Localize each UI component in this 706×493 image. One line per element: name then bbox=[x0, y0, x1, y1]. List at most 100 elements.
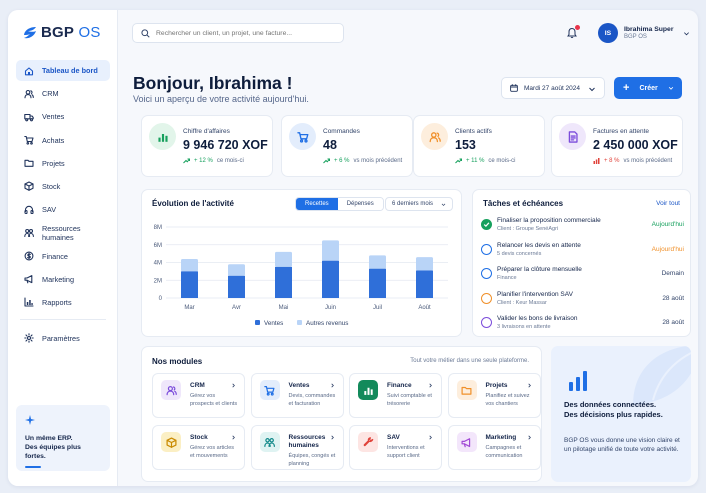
module-description: Interventions et support client bbox=[387, 445, 425, 459]
user-name: Ibrahima Super bbox=[624, 26, 674, 33]
chevron-right-icon bbox=[527, 435, 531, 440]
promo-line2: Des décisions plus rapides. bbox=[564, 410, 663, 419]
sidebar-item-crm[interactable]: CRM bbox=[16, 83, 110, 104]
bar-ventes bbox=[275, 266, 292, 298]
legend-label-ventes: Ventes bbox=[264, 320, 283, 327]
task-item[interactable]: Préparer la clôture mensuelle Finance De… bbox=[481, 266, 684, 288]
sidebar-item-sav[interactable]: SAV bbox=[16, 199, 110, 220]
task-checkbox[interactable] bbox=[481, 268, 492, 279]
module-name: Marketing bbox=[485, 434, 517, 441]
module-description: Devis, commandes et facturation bbox=[288, 393, 336, 407]
tasks-panel: Tâches et échéances Voir tout Finaliser … bbox=[472, 189, 691, 337]
sidebar-item-finance[interactable]: Finance bbox=[16, 246, 110, 267]
sidebar-item-tableau-de-bord[interactable]: Tableau de bord bbox=[16, 60, 110, 81]
cart-icon bbox=[264, 385, 275, 396]
date-picker[interactable]: Mardi 27 août 2024 bbox=[501, 77, 605, 99]
brand-logo[interactable]: BGP OS bbox=[22, 24, 101, 41]
promo-headline: Des données connectées. Des décisions pl… bbox=[564, 400, 684, 420]
task-title: Valider les bons de livraison bbox=[497, 315, 578, 322]
kpi-trend-value: + 12 % bbox=[194, 158, 213, 164]
user-menu[interactable]: IS Ibrahima Super BGP OS bbox=[598, 23, 690, 43]
task-due: Aujourd'hui bbox=[651, 221, 684, 228]
bar-autres-revenus bbox=[181, 258, 198, 272]
sidebar-item-rapports[interactable]: Rapports bbox=[16, 292, 110, 313]
kpi-trend: + 8 % vs mois précédent bbox=[593, 158, 672, 164]
module-card-crm[interactable]: CRM Gérez vos prospects et clients bbox=[152, 373, 245, 418]
search-box[interactable] bbox=[132, 23, 344, 43]
kpi-label: Commandes bbox=[323, 128, 360, 135]
task-checkbox[interactable] bbox=[481, 317, 492, 328]
module-icon-badge bbox=[161, 432, 181, 452]
kpi-trend: + 12 % ce mois-ci bbox=[183, 158, 244, 164]
module-description: Planifiez et suivez vos chantiers bbox=[485, 393, 530, 407]
kpi-card[interactable]: Factures en attente 2 450 000 XOF + 8 % … bbox=[551, 115, 683, 177]
sidebar-item-stock[interactable]: Stock bbox=[16, 176, 110, 197]
users-icon bbox=[429, 131, 441, 142]
module-card-projets[interactable]: Projets Planifiez et suivez vos chantier… bbox=[447, 373, 541, 418]
module-card-marketing[interactable]: Marketing Campagnes et communication bbox=[447, 425, 541, 470]
task-item[interactable]: Valider les bons de livraison 3 livraiso… bbox=[481, 315, 684, 337]
create-label: Créer bbox=[639, 84, 658, 92]
sidebar-item-ventes[interactable]: Ventes bbox=[16, 106, 110, 127]
bar-chart-icon bbox=[363, 387, 373, 395]
task-checkbox[interactable] bbox=[481, 292, 492, 304]
kpi-trend: + 6 % vs mois précédent bbox=[323, 158, 402, 164]
topbar: IS Ibrahima Super BGP OS bbox=[118, 10, 698, 56]
bar-ventes bbox=[181, 271, 198, 298]
users-icon bbox=[165, 385, 177, 395]
growth-bars-icon bbox=[569, 371, 587, 391]
sidebar-item-parametres[interactable]: Paramètres bbox=[16, 328, 110, 349]
chevron-down-icon bbox=[589, 87, 595, 92]
kpi-card[interactable]: Clients actifs 153 + 11 % ce mois-ci bbox=[413, 115, 545, 177]
module-name: SAV bbox=[387, 434, 400, 441]
sidebar-item-marketing[interactable]: Marketing bbox=[16, 269, 110, 290]
kpi-card[interactable]: Chiffre d'affaires 9 946 720 XOF + 12 % … bbox=[141, 115, 273, 177]
module-card-finance[interactable]: Finance Suivi comptable et trésorerie bbox=[349, 373, 442, 418]
task-due: Demain bbox=[661, 270, 684, 277]
promo-line1: Des données connectées. bbox=[564, 400, 657, 409]
sidebar-item-label: Paramètres bbox=[42, 333, 80, 343]
trend-up-icon bbox=[183, 158, 190, 164]
kpi-label: Clients actifs bbox=[455, 128, 492, 135]
module-card-sav[interactable]: SAV Interventions et support client bbox=[349, 425, 442, 470]
people-icon bbox=[24, 228, 34, 237]
task-subtitle: Client : Groupe SenéAgri bbox=[497, 226, 559, 232]
see-all-link[interactable]: Voir tout bbox=[656, 200, 680, 207]
module-card-ventes[interactable]: Ventes Devis, commandes et facturation bbox=[250, 373, 344, 418]
module-name: CRM bbox=[190, 382, 205, 389]
module-card-stock[interactable]: Stock Gérez vos articles et mouvements bbox=[152, 425, 245, 470]
task-item[interactable]: Relancer les devis en attente 5 devis co… bbox=[481, 242, 684, 264]
headset-icon bbox=[24, 205, 34, 214]
cart-icon bbox=[296, 131, 308, 143]
x-tick-label: Juil bbox=[373, 305, 382, 311]
bar-ventes bbox=[322, 260, 339, 298]
notifications-button[interactable] bbox=[563, 24, 581, 42]
sidebar-item-label: Finance bbox=[42, 251, 68, 261]
sidebar-item-ressources-humaines[interactable]: Ressources humaines bbox=[16, 222, 110, 243]
task-checkbox[interactable] bbox=[481, 243, 492, 255]
bar-chart-icon bbox=[157, 133, 168, 142]
sidebar-item-label: Tableau de bord bbox=[42, 66, 98, 75]
task-subtitle: 3 livraisons en attente bbox=[497, 324, 551, 330]
task-checkbox[interactable] bbox=[481, 219, 492, 230]
sidebar-item-projets[interactable]: Projets bbox=[16, 153, 110, 174]
tasks-title: Tâches et échéances bbox=[483, 199, 564, 208]
cart-icon bbox=[24, 136, 34, 145]
chevron-right-icon bbox=[232, 435, 235, 440]
task-title: Planifier l'intervention SAV bbox=[497, 290, 573, 298]
kpi-compare: ce mois-ci bbox=[488, 158, 516, 164]
module-icon-badge bbox=[161, 380, 181, 400]
kpi-value: 48 bbox=[323, 138, 337, 152]
task-item[interactable]: Planifier l'intervention SAV Client : Ke… bbox=[481, 291, 684, 313]
sidebar-item-achats[interactable]: Achats bbox=[16, 130, 110, 151]
bar-autres-revenus bbox=[275, 251, 292, 267]
create-button[interactable]: + Créer bbox=[614, 77, 682, 99]
kpi-card[interactable]: Commandes 48 + 6 % vs mois précédent bbox=[281, 115, 413, 177]
module-card-ressources-humaines[interactable]: Ressources humaines Équipes, congés et p… bbox=[250, 425, 344, 470]
search-input[interactable] bbox=[156, 29, 336, 37]
module-name: Finance bbox=[387, 382, 412, 389]
task-item[interactable]: Finaliser la proposition commerciale Cli… bbox=[481, 217, 684, 239]
task-due: Aujourd'hui bbox=[651, 245, 684, 253]
page-subtitle: Voici un aperçu de votre activité aujour… bbox=[133, 94, 309, 104]
sidebar-item-label: Rapports bbox=[42, 297, 72, 307]
